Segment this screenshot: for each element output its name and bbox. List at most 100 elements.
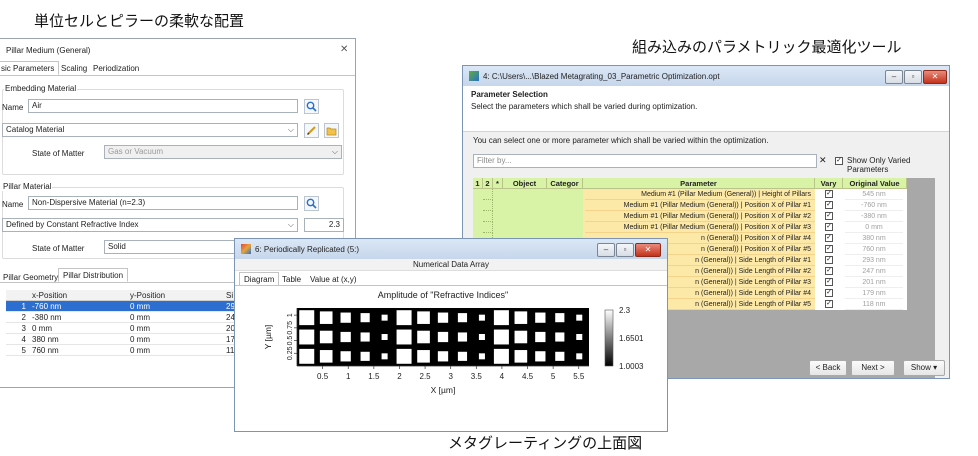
filter-input[interactable]: Filter by... <box>473 154 817 168</box>
vary-checkbox[interactable]: ✓ <box>825 212 833 220</box>
row-number: 1 <box>21 302 26 311</box>
show-only-varied-checkbox[interactable]: ✓ <box>835 157 843 165</box>
opt-titlebar: 4: C:\Users\...\Blazed Metagrating_03_Pa… <box>463 66 949 86</box>
header-2[interactable]: 2 <box>483 178 493 189</box>
next-button[interactable]: Next > <box>851 360 895 376</box>
minimize-button[interactable]: – <box>597 243 615 257</box>
header-original-value[interactable]: Original Value <box>843 178 907 189</box>
row-x-position: -760 nm <box>32 302 62 311</box>
header-vary[interactable]: Vary <box>815 178 843 189</box>
vary-checkbox[interactable]: ✓ <box>825 201 833 209</box>
header-parameter[interactable]: Parameter <box>583 178 815 189</box>
opt-header: Parameter Selection Select the parameter… <box>463 86 949 132</box>
embedding-name-field[interactable]: Air <box>28 99 298 113</box>
colorbar-label: 2.3 <box>619 306 631 315</box>
tab-diagram[interactable]: Diagram <box>239 272 280 286</box>
tab-scaling[interactable]: Scaling <box>56 61 92 75</box>
defined-by-select[interactable]: Defined by Constant Refractive Index ⌵ <box>2 218 298 232</box>
vary-checkbox[interactable]: ✓ <box>825 234 833 242</box>
vary-checkbox[interactable]: ✓ <box>825 300 833 308</box>
app-logo-icon <box>469 71 479 81</box>
row-number: 4 <box>21 335 26 344</box>
original-value-cell: 201 nm <box>845 277 903 288</box>
maximize-button[interactable]: ▫ <box>616 243 634 257</box>
close-button[interactable]: ✕ <box>923 70 947 84</box>
pillar-cell <box>417 330 430 344</box>
parameter-cell: Medium #1 (Pillar Medium (General)) | Po… <box>585 222 815 233</box>
vary-checkbox[interactable]: ✓ <box>825 278 833 286</box>
row-x-position: 0 mm <box>32 324 52 333</box>
x-tick-label: 5.5 <box>573 372 585 381</box>
vary-checkbox[interactable]: ✓ <box>825 245 833 253</box>
numerical-data-array-label: Numerical Data Array <box>235 259 667 271</box>
pillar-cell <box>381 314 388 321</box>
tab-basic-parameters[interactable]: sic Parameters <box>0 61 60 75</box>
close-icon[interactable]: ✕ <box>340 44 348 55</box>
plot-area: Amplitude of "Refractive Indices" 0.5 1 1.5… <box>235 285 667 431</box>
original-value-cell: -380 nm <box>845 211 903 222</box>
grid-header: x-Position y-Position Si <box>6 290 238 301</box>
pillar-cell <box>299 348 315 364</box>
chart-window-icon <box>241 244 251 254</box>
tab-table[interactable]: Table <box>277 272 306 286</box>
table-row[interactable]: 30 mm 0 mm 20 <box>6 323 238 334</box>
pillar-cell <box>555 332 565 342</box>
row-indicator <box>483 222 493 233</box>
table-row[interactable]: 5 760 nm 0 mm 11 <box>6 345 238 356</box>
original-value-cell: 380 nm <box>845 233 903 244</box>
opt-title: 4: C:\Users\...\Blazed Metagrating_03_Pa… <box>483 71 720 81</box>
pillar-cell <box>340 351 351 362</box>
pillar-cell <box>299 329 315 345</box>
vary-checkbox[interactable]: ✓ <box>825 267 833 275</box>
pillar-cell <box>437 351 449 362</box>
vary-checkbox[interactable]: ✓ <box>825 190 833 198</box>
pillar-state-label: State of Matter <box>32 244 85 253</box>
tab-divider <box>0 75 355 76</box>
vary-checkbox[interactable]: ✓ <box>825 289 833 297</box>
table-row[interactable]: 2 -380 nm 0 mm 24 <box>6 312 238 323</box>
filter-clear-icon[interactable]: ✕ <box>819 155 827 166</box>
show-button[interactable]: Show ▾ <box>903 360 945 376</box>
table-row[interactable]: 1 -760 nm 0 mm 29 <box>6 301 238 312</box>
chart-title: Amplitude of "Refractive Indices" <box>378 290 508 300</box>
pillar-cell <box>299 310 315 326</box>
search-icon[interactable] <box>304 196 319 211</box>
pillar-cell <box>381 334 388 340</box>
pillar-name-field[interactable]: Non-Dispersive Material (n=2.3) <box>28 196 298 210</box>
pillar-cell <box>396 348 412 364</box>
vary-checkbox[interactable]: ✓ <box>825 223 833 231</box>
y-tick-label: 0.5 <box>287 336 294 346</box>
vary-checkbox[interactable]: ✓ <box>825 256 833 264</box>
y-tick-label: 0.75 <box>287 321 294 335</box>
tab-periodization[interactable]: Periodization <box>88 61 144 75</box>
edit-pencil-icon[interactable] <box>304 123 319 138</box>
row-x-position: -380 nm <box>32 313 62 322</box>
catalog-material-select[interactable]: Catalog Material ⌵ <box>2 123 298 137</box>
tab-pillar-distribution[interactable]: Pillar Distribution <box>58 268 129 282</box>
embedding-group-label: Embedding Material <box>4 84 78 93</box>
refractive-index-field[interactable]: 2.3 <box>304 218 344 232</box>
maximize-button[interactable]: ▫ <box>904 70 922 84</box>
table-row[interactable]: 4 380 nm 0 mm 17 <box>6 334 238 345</box>
original-value-cell: 118 nm <box>845 299 903 310</box>
pillar-cell <box>360 332 370 342</box>
open-folder-icon[interactable] <box>324 123 339 138</box>
y-axis-label: Y [µm] <box>263 325 273 350</box>
row-y-position: 0 mm <box>130 313 150 322</box>
close-button[interactable]: ✕ <box>635 243 661 257</box>
search-icon[interactable] <box>304 99 319 114</box>
header-star[interactable]: * <box>493 178 503 189</box>
header-object[interactable]: Object <box>503 178 547 189</box>
minimize-button[interactable]: – <box>885 70 903 84</box>
row-number: 2 <box>21 313 26 322</box>
header-category[interactable]: Categor <box>547 178 583 189</box>
x-tick-label: 0.5 <box>317 372 329 381</box>
back-button[interactable]: < Back <box>809 360 847 376</box>
caption-optimization: 組み込みのパラメトリック最適化ツール <box>632 38 902 56</box>
parameter-cell: Medium #1 (Pillar Medium (General)) | Po… <box>585 200 815 211</box>
refractive-index-heatmap: Amplitude of "Refractive Indices" 0.5 1 1.5… <box>263 290 644 395</box>
tab-value-at-xy[interactable]: Value at (x,y) <box>305 272 362 286</box>
pillar-state-select[interactable]: Solid <box>104 240 236 254</box>
header-1[interactable]: 1 <box>473 178 483 189</box>
row-number: 5 <box>21 346 26 355</box>
